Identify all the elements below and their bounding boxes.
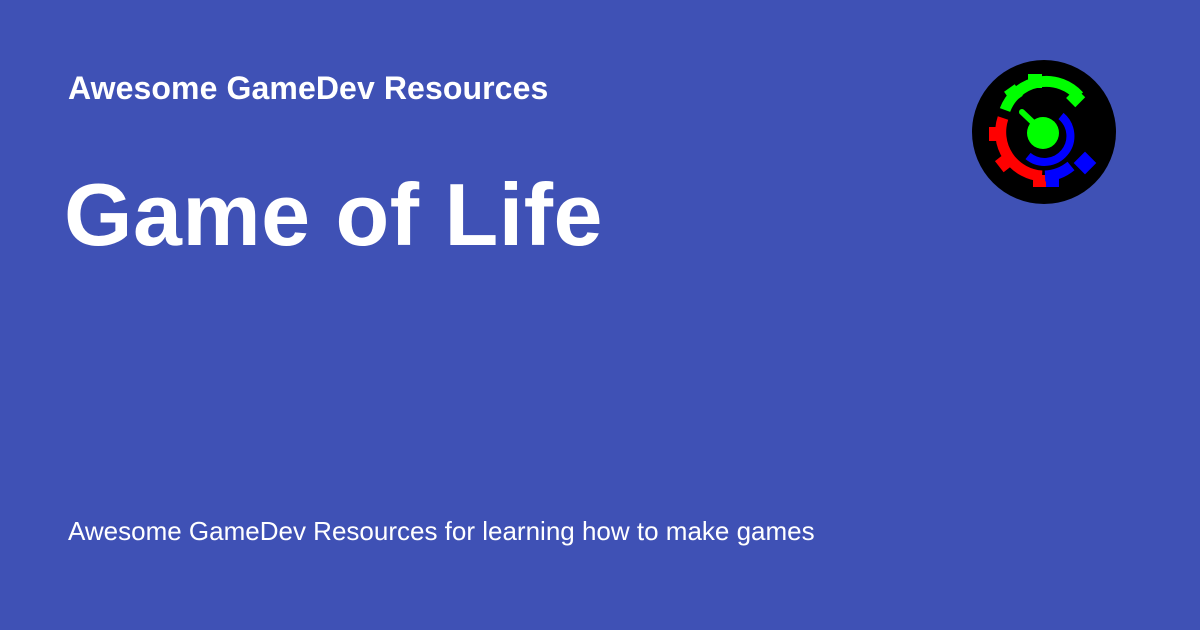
social-card: Awesome GameDev Resources Game of Life A… <box>0 0 1200 630</box>
page-description: Awesome GameDev Resources for learning h… <box>68 516 815 546</box>
gear-logo-svg <box>972 60 1116 204</box>
red-gear-tooth-left <box>989 127 1003 141</box>
site-name: Awesome GameDev Resources <box>68 70 549 106</box>
gear-logo-icon <box>972 60 1116 204</box>
blue-gear-tooth-bottom <box>1046 175 1059 187</box>
red-gear-tooth-bottom <box>1033 175 1046 187</box>
green-gear-tooth-top <box>1028 74 1042 88</box>
green-hub <box>1027 117 1059 149</box>
page-title: Game of Life <box>64 165 603 264</box>
